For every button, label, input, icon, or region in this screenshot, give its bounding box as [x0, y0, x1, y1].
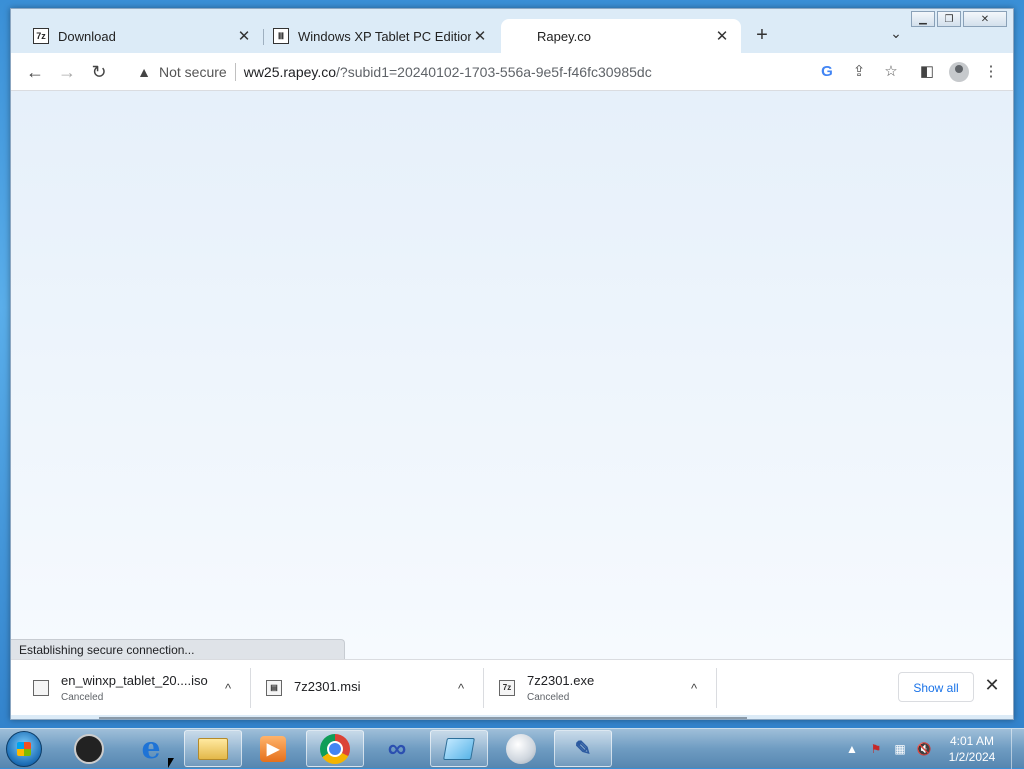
tab-close-icon[interactable]: ✕: [713, 27, 731, 45]
side-panel-icon[interactable]: ◧: [911, 60, 943, 84]
7zip-icon: 7z: [499, 680, 515, 696]
tab-rapey[interactable]: Rapey.co ✕: [501, 19, 741, 53]
toolbar-right-actions: ◧ ⋮: [911, 60, 1007, 84]
network-icon[interactable]: ▦: [888, 742, 912, 756]
tablet-icon: [443, 737, 475, 760]
horizontal-scrollbar[interactable]: [99, 717, 747, 719]
url-host[interactable]: ww25.rapey.co: [244, 64, 336, 80]
profile-avatar-icon[interactable]: [943, 60, 975, 84]
download-shelf: en_winxp_tablet_20....iso Canceled ^ ▤ 7…: [11, 659, 1013, 715]
show-all-button[interactable]: Show all: [898, 672, 974, 702]
download-filename: 7z2301.msi: [294, 678, 361, 694]
download-filename: en_winxp_tablet_20....iso: [61, 673, 208, 688]
download-status: Canceled: [61, 692, 104, 703]
taskbar: e ▶ ∞ ✎ ▲ ⚑ ▦ 🔇 4:01 AM 1/2/2024: [0, 728, 1024, 769]
media-player-icon: ▶: [260, 735, 286, 762]
mouse-cursor-icon: [168, 758, 174, 768]
clock-icon: [74, 733, 104, 764]
clock-time: 4:01 AM: [949, 734, 995, 748]
download-divider: [716, 668, 717, 708]
folder-icon: [198, 737, 228, 760]
download-status: Canceled: [527, 692, 570, 703]
tab-title: Download: [58, 28, 116, 44]
download-item[interactable]: ▤ 7z2301.msi ^: [244, 660, 476, 716]
not-secure-label[interactable]: Not secure: [159, 64, 227, 80]
download-item[interactable]: 7z 7z2301.exe Canceled ^: [477, 660, 709, 716]
download-text: en_winxp_tablet_20....iso Canceled: [61, 673, 213, 703]
chevron-up-icon[interactable]: ^: [679, 681, 709, 696]
tab-title: Rapey.co: [537, 28, 591, 44]
taskbar-chrome[interactable]: [306, 730, 364, 767]
taskbar-file-explorer[interactable]: [184, 730, 242, 767]
forward-icon[interactable]: →: [55, 60, 79, 84]
tab-close-icon[interactable]: ✕: [471, 27, 489, 45]
browser-toolbar: ← → ↻ ▲ Not secure ww25.rapey.co/?subid1…: [11, 53, 1013, 91]
omnibox-actions: G ⇪ ☆: [811, 60, 907, 84]
infinity-icon: ∞: [387, 733, 407, 763]
share-icon[interactable]: ⇪: [843, 60, 875, 84]
action-center-flag-icon[interactable]: ⚑: [864, 742, 888, 756]
internet-explorer-icon: e: [141, 731, 161, 766]
sphere-icon: [506, 733, 536, 764]
close-icon[interactable]: ✕: [981, 675, 1003, 696]
download-filename: 7z2301.exe: [527, 673, 595, 688]
installer-icon: ▤: [266, 680, 282, 696]
taskbar-media-player[interactable]: ▶: [244, 730, 302, 767]
tools-icon: ✎: [574, 738, 592, 760]
status-bubble: Establishing secure connection...: [11, 639, 345, 659]
new-tab-button[interactable]: +: [751, 25, 773, 47]
tab-strip: 7z Download ✕ Ⅲ Windows XP Tablet PC Edi…: [11, 19, 1013, 53]
omnibox-divider: [234, 63, 236, 81]
show-hidden-icons-icon[interactable]: ▲: [840, 742, 864, 756]
taskbar-clock[interactable]: 4:01 AM 1/2/2024: [942, 733, 1002, 765]
taskbar-tablet-app[interactable]: [430, 730, 488, 767]
taskbar-sphere-app[interactable]: [492, 730, 550, 767]
chevron-up-icon[interactable]: ^: [213, 681, 243, 696]
back-icon[interactable]: ←: [23, 60, 47, 84]
archive-favicon-icon: Ⅲ: [273, 28, 289, 44]
menu-kebab-icon[interactable]: ⋮: [975, 60, 1007, 84]
page-content[interactable]: [11, 91, 1013, 659]
browser-window: ▁ ❐ ✕ 7z Download ✕ Ⅲ Windows XP Tablet …: [10, 8, 1014, 720]
download-item[interactable]: en_winxp_tablet_20....iso Canceled ^: [11, 660, 243, 716]
taskbar-tools-app[interactable]: ✎: [554, 730, 612, 767]
avatar: [949, 62, 969, 82]
google-lens-icon[interactable]: G: [811, 60, 843, 84]
download-text: 7z2301.msi: [294, 679, 446, 698]
address-bar[interactable]: ▲ Not secure ww25.rapey.co/?subid1=20240…: [131, 57, 821, 87]
show-desktop-button[interactable]: [1011, 729, 1024, 769]
tab-title: Windows XP Tablet PC Edition 20: [298, 28, 471, 44]
tab-download[interactable]: 7z Download ✕: [11, 19, 263, 53]
bookmark-star-icon[interactable]: ☆: [875, 60, 907, 84]
chrome-icon: [320, 733, 350, 764]
url-path[interactable]: /?subid1=20240102-1703-556a-9e5f-f46fc30…: [336, 64, 652, 80]
clock-date: 1/2/2024: [948, 750, 996, 764]
download-text: 7z2301.exe Canceled: [527, 673, 679, 703]
system-tray: ▲ ⚑ ▦ 🔇: [840, 729, 936, 769]
tab-search-chevron-icon[interactable]: ⌄: [885, 25, 907, 42]
volume-muted-icon[interactable]: 🔇: [912, 742, 936, 756]
file-icon: [33, 680, 49, 696]
taskbar-clock-app[interactable]: [60, 730, 118, 767]
taskbar-infinity-app[interactable]: ∞: [368, 730, 426, 767]
reload-icon[interactable]: ↻: [87, 60, 111, 84]
7zip-favicon-icon: 7z: [33, 28, 49, 44]
chevron-up-icon[interactable]: ^: [446, 681, 476, 696]
tab-close-icon[interactable]: ✕: [235, 27, 253, 45]
start-button[interactable]: [6, 731, 42, 767]
warning-triangle-icon[interactable]: ▲: [135, 64, 153, 80]
tab-windows-xp[interactable]: Ⅲ Windows XP Tablet PC Edition 20 ✕: [263, 19, 499, 53]
